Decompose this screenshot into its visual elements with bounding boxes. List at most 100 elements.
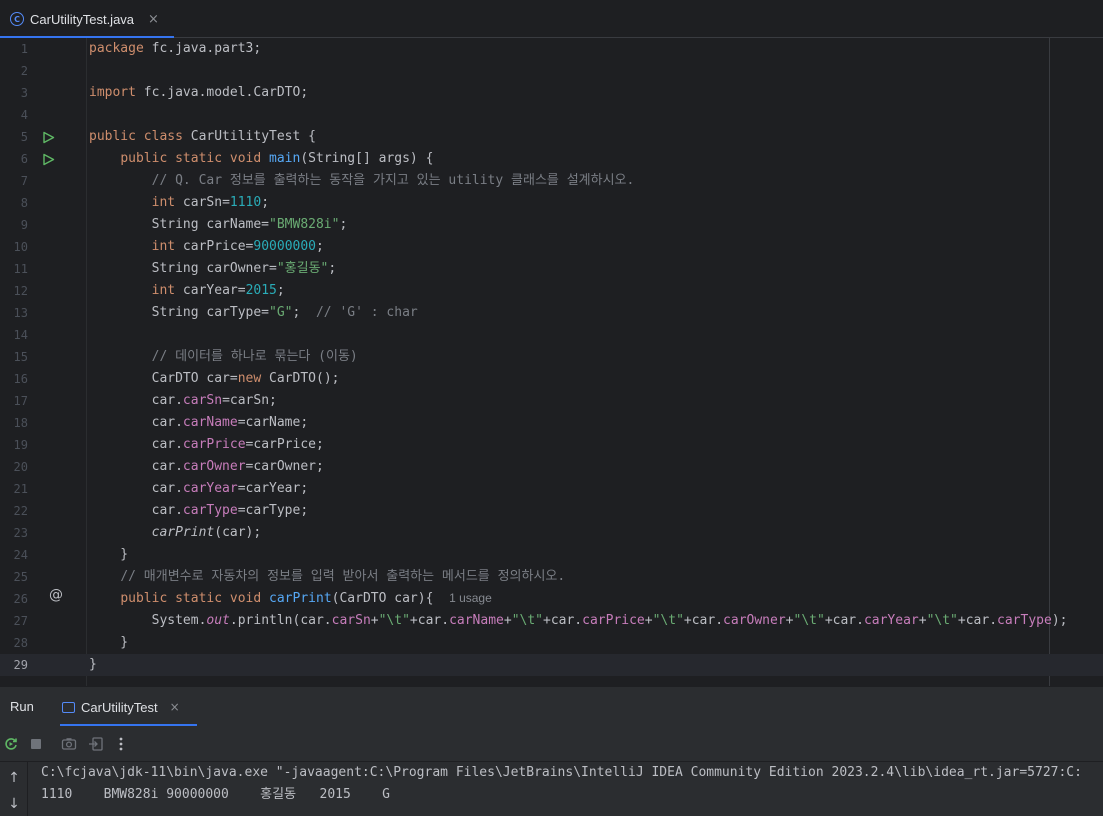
code-text: import fc.java.model.CarDTO;	[89, 85, 309, 100]
code-editor[interactable]: 1 package fc.java.part3; 2 3 import fc.java.…	[0, 38, 1103, 686]
code-text: car.carPrice=carPrice;	[89, 437, 324, 452]
line-number[interactable]: 15	[0, 346, 28, 368]
code-text: carPrint(car);	[151, 525, 262, 540]
line-number[interactable]: 20	[0, 456, 28, 478]
code-line[interactable]: 29}	[0, 654, 1103, 676]
code-line[interactable]: 8 int carSn=1110;	[0, 192, 1103, 214]
line-number[interactable]: 13	[0, 302, 28, 324]
line-number[interactable]: 18	[0, 412, 28, 434]
code-text: int carPrice=90000000;	[151, 239, 324, 254]
run-panel-title: Run	[10, 699, 34, 714]
code-line[interactable]: 25 // 매개변수로 자동차의 정보를 입력 받아서 출력하는 메서드를 정의…	[0, 566, 1103, 588]
console-side-toolbar: ↑ ↓	[0, 762, 28, 816]
line-number[interactable]: 9	[0, 214, 28, 236]
code-line[interactable]: 12 int carYear=2015;	[0, 280, 1103, 302]
line-number[interactable]: 24	[0, 544, 28, 566]
code-line[interactable]: 9 String carName="BMW828i";	[0, 214, 1103, 236]
code-line[interactable]: 24 }	[0, 544, 1103, 566]
code-line[interactable]: 5 public class CarUtilityTest {	[0, 126, 1103, 148]
annotation-gutter-icon[interactable]: @	[49, 587, 63, 603]
line-number[interactable]: 21	[0, 478, 28, 500]
line-number[interactable]: 3	[0, 82, 28, 104]
code-line[interactable]: 2	[0, 60, 1103, 82]
line-number[interactable]: 8	[0, 192, 28, 214]
exit-icon[interactable]	[87, 735, 105, 753]
code-line[interactable]: 27 System.out.println(car.carSn+"\t"+car…	[0, 610, 1103, 632]
line-number[interactable]: 11	[0, 258, 28, 280]
line-number[interactable]: 12	[0, 280, 28, 302]
more-icon[interactable]	[112, 735, 130, 753]
line-number[interactable]: 28	[0, 632, 28, 654]
run-config-icon	[62, 701, 75, 713]
line-number[interactable]: 27	[0, 610, 28, 632]
run-gutter-icon[interactable]	[41, 152, 55, 166]
line-number[interactable]: 14	[0, 324, 28, 346]
scroll-up-icon[interactable]: ↑	[6, 770, 22, 786]
code-line[interactable]: 19 car.carPrice=carPrice;	[0, 434, 1103, 456]
code-line[interactable]: 28 }	[0, 632, 1103, 654]
editor-tab-carutilitytest[interactable]: C CarUtilityTest.java ×	[0, 0, 173, 38]
code-line[interactable]: 7 // Q. Car 정보를 출력하는 동작을 가지고 있는 utility …	[0, 170, 1103, 192]
code-line[interactable]: 4	[0, 104, 1103, 126]
line-number[interactable]: 22	[0, 500, 28, 522]
code-line[interactable]: 23 carPrint(car);	[0, 522, 1103, 544]
line-number[interactable]: 29	[0, 654, 28, 676]
code-line[interactable]: 11 String carOwner="홍길동";	[0, 258, 1103, 280]
code-text: String carOwner="홍길동";	[89, 261, 337, 276]
code-line[interactable]: 16 CarDTO car=new CarDTO();	[0, 368, 1103, 390]
run-gutter-icon[interactable]	[41, 130, 55, 144]
line-number[interactable]: 17	[0, 390, 28, 412]
code-line[interactable]: 17 car.carSn=carSn;	[0, 390, 1103, 412]
code-line[interactable]: 10 int carPrice=90000000;	[0, 236, 1103, 258]
line-number[interactable]: 26	[0, 588, 28, 610]
run-toolbar	[0, 726, 1103, 762]
code-text: int carYear=2015;	[151, 283, 285, 298]
run-tab-carutilitytest[interactable]: CarUtilityTest ×	[62, 687, 180, 727]
camera-icon[interactable]	[60, 735, 78, 753]
code-line[interactable]: 20 car.carOwner=carOwner;	[0, 456, 1103, 478]
line-number[interactable]: 16	[0, 368, 28, 390]
code-line[interactable]: 13 String carType="G"; // 'G' : char	[0, 302, 1103, 324]
console-command-line: C:\fcjava\jdk-11\bin\java.exe "-javaagen…	[41, 765, 1082, 780]
code-line[interactable]: 18 car.carName=carName;	[0, 412, 1103, 434]
code-text: public class CarUtilityTest {	[89, 129, 316, 144]
code-text: car.carYear=carYear;	[89, 481, 309, 496]
code-text: // 데이터를 하나로 묶는다 (이동)	[151, 349, 358, 364]
line-number[interactable]: 1	[0, 38, 28, 60]
line-number[interactable]: 23	[0, 522, 28, 544]
code-line[interactable]: 21 car.carYear=carYear;	[0, 478, 1103, 500]
stop-icon[interactable]	[27, 735, 45, 753]
scroll-down-icon[interactable]: ↓	[6, 796, 22, 812]
code-text: CarDTO car=new CarDTO();	[89, 371, 340, 386]
line-number[interactable]: 4	[0, 104, 28, 126]
console-output[interactable]: ↑ ↓ C:\fcjava\jdk-11\bin\java.exe "-java…	[0, 762, 1103, 816]
console-program-output: 1110 BMW828i 90000000 홍길동 2015 G	[41, 787, 390, 802]
code-line[interactable]: 14	[0, 324, 1103, 346]
close-icon[interactable]: ×	[148, 12, 159, 27]
rerun-icon[interactable]	[2, 735, 20, 753]
line-number[interactable]: 25	[0, 566, 28, 588]
code-line[interactable]: 1 package fc.java.part3;	[0, 38, 1103, 60]
java-class-icon: C	[10, 12, 24, 26]
close-icon[interactable]: ×	[170, 700, 180, 714]
line-number[interactable]: 19	[0, 434, 28, 456]
line-number[interactable]: 7	[0, 170, 28, 192]
code-text: String carName="BMW828i";	[89, 217, 348, 232]
code-line[interactable]: 26 @ public static void carPrint(CarDTO c…	[0, 587, 1103, 610]
code-text: }	[89, 547, 129, 562]
code-text: package fc.java.part3;	[89, 41, 262, 56]
code-line[interactable]: 3 import fc.java.model.CarDTO;	[0, 82, 1103, 104]
code-line[interactable]: 6 public static void main(String[] args)…	[0, 148, 1103, 170]
code-text: car.carName=carName;	[89, 415, 309, 430]
code-line[interactable]: 15 // 데이터를 하나로 묶는다 (이동)	[0, 346, 1103, 368]
code-text: String carType="G"; // 'G' : char	[89, 305, 418, 320]
code-line[interactable]: 22 car.carType=carType;	[0, 500, 1103, 522]
line-number[interactable]: 10	[0, 236, 28, 258]
line-number[interactable]: 5	[0, 126, 28, 148]
editor-tab-bar: C CarUtilityTest.java ×	[0, 0, 1103, 38]
code-text: }	[89, 657, 97, 672]
code-text: }	[89, 635, 129, 650]
line-number[interactable]: 2	[0, 60, 28, 82]
code-text: int carSn=1110;	[151, 195, 270, 210]
line-number[interactable]: 6	[0, 148, 28, 170]
